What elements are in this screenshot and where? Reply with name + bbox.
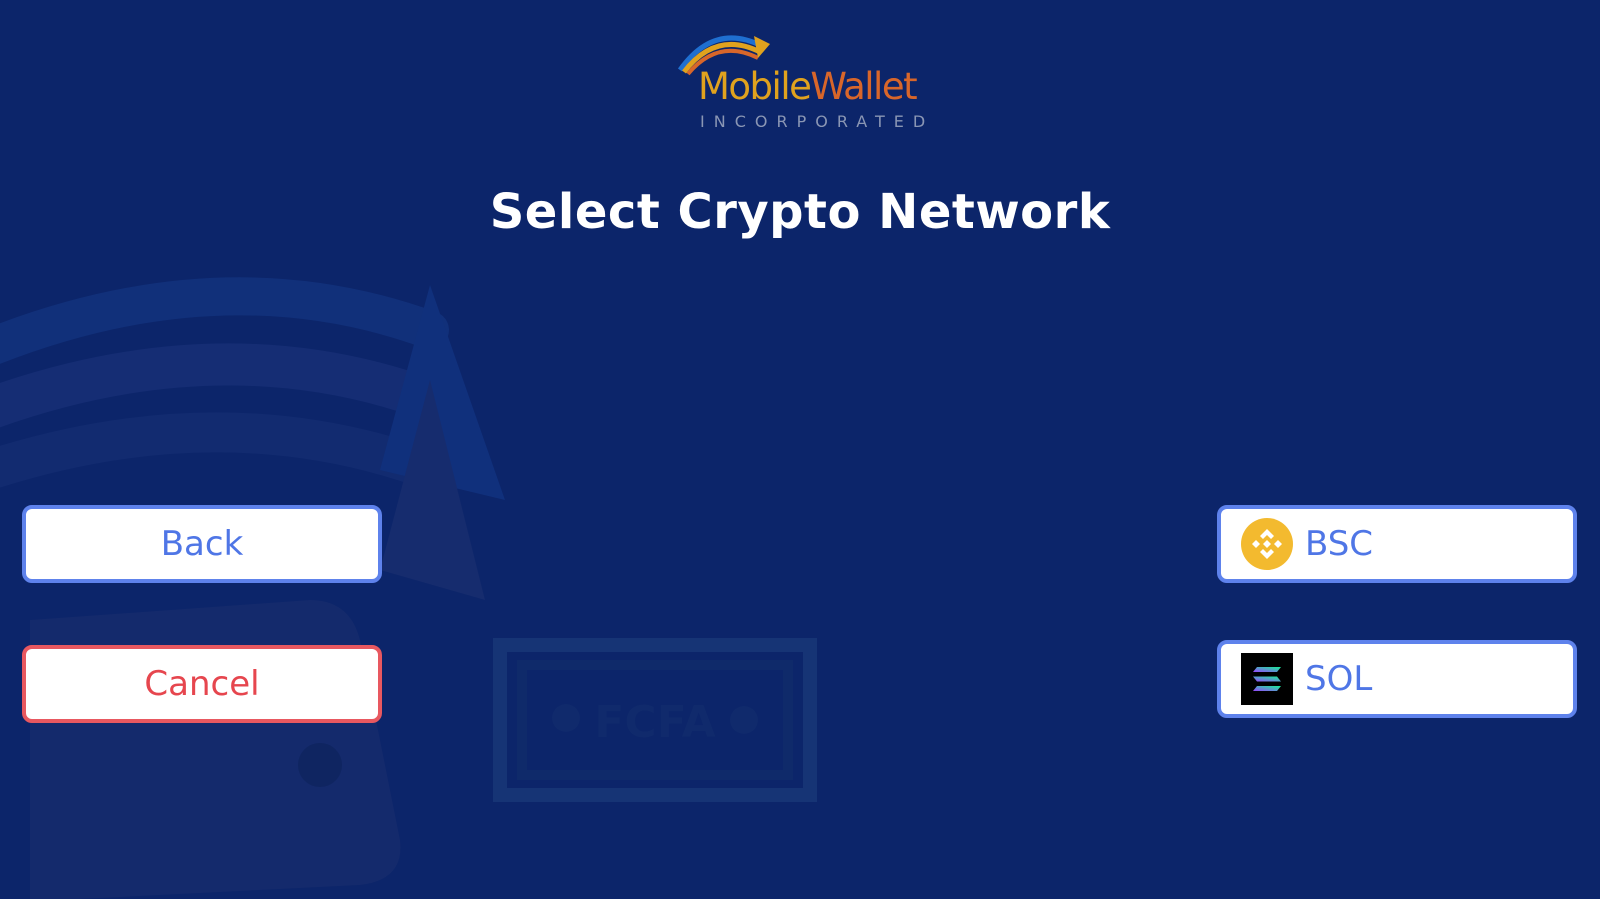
mobilewallet-logo: MobileWallet INCORPORATED (670, 22, 930, 132)
network-bsc-button[interactable]: BSC (1217, 505, 1577, 583)
logo-subtitle: INCORPORATED (700, 112, 935, 131)
back-button[interactable]: Back (22, 505, 382, 583)
watermark-currency-label: FCFA (594, 697, 715, 748)
wallet-watermark-illustration: FCFA (0, 277, 817, 899)
cancel-button[interactable]: Cancel (22, 645, 382, 723)
bnb-icon (1241, 518, 1293, 570)
kiosk-screen: FCFA MobileWallet INCORPORATED Select Cr… (0, 0, 1600, 899)
solana-icon (1241, 653, 1293, 705)
network-sol-button[interactable]: SOL (1217, 640, 1577, 718)
logo-brand-second: Wallet (810, 65, 917, 108)
network-bsc-label: BSC (1305, 524, 1374, 564)
back-button-label: Back (160, 524, 244, 564)
network-sol-label: SOL (1305, 659, 1373, 699)
page-title: Select Crypto Network (489, 184, 1111, 240)
logo-brand-first: Mobile (698, 65, 812, 108)
logo-wordmark: MobileWallet (698, 65, 918, 108)
cancel-button-label: Cancel (144, 664, 260, 704)
